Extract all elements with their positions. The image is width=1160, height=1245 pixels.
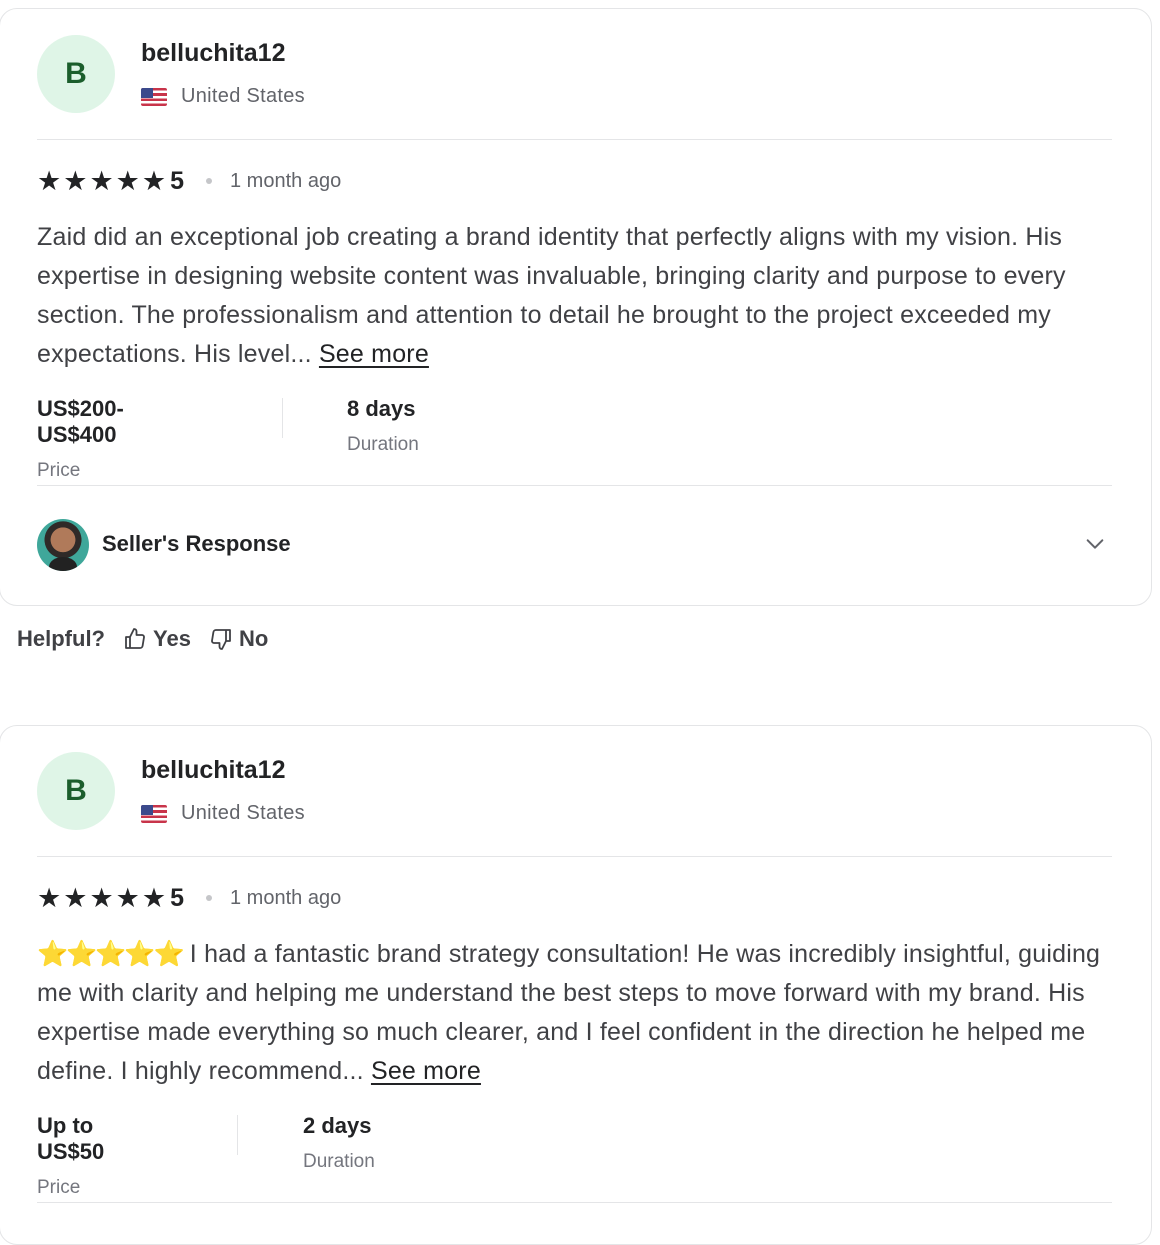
review-card: B belluchita12 United States ★ ★ ★ ★ ★ 5… bbox=[0, 725, 1152, 1245]
duration-value: 8 days bbox=[347, 396, 416, 421]
price-label: Price bbox=[37, 460, 81, 481]
review-date: 1 month ago bbox=[230, 169, 342, 192]
duration-info: 8 days Duration bbox=[347, 396, 419, 456]
rating-row: ★ ★ ★ ★ ★ 5 1 month ago bbox=[37, 883, 341, 913]
star-icon: ★ bbox=[115, 882, 140, 913]
review-date: 1 month ago bbox=[230, 886, 342, 909]
country-label: United States bbox=[181, 85, 305, 107]
duration-value: 2 days bbox=[303, 1113, 372, 1138]
review-body: I had a fantastic brand strategy consult… bbox=[37, 940, 1101, 1085]
reviewer-country: United States bbox=[141, 85, 305, 108]
country-label: United States bbox=[181, 802, 305, 824]
duration-label: Duration bbox=[347, 434, 419, 455]
reviewer-username: belluchita12 bbox=[141, 756, 286, 784]
helpful-no-button[interactable]: No bbox=[209, 626, 268, 652]
helpful-label: Helpful? bbox=[17, 626, 105, 651]
yes-label: Yes bbox=[153, 626, 191, 651]
review-text: ⭐⭐⭐⭐⭐ I had a fantastic brand strategy c… bbox=[37, 935, 1117, 1091]
seller-avatar bbox=[37, 519, 89, 571]
star-icon: ★ bbox=[141, 165, 167, 196]
star-icon: ★ bbox=[141, 882, 167, 913]
thumbs-down-icon bbox=[211, 629, 231, 650]
rating-value: 5 bbox=[170, 883, 184, 912]
reviewer-info: B belluchita12 United States bbox=[37, 752, 1097, 832]
star-icon: ★ bbox=[89, 165, 114, 196]
star-icon: ★ bbox=[115, 165, 140, 196]
price-label: Price bbox=[37, 1177, 81, 1198]
star-icon: ★ bbox=[63, 882, 88, 913]
star-icon: ★ bbox=[89, 882, 114, 913]
meta-divider bbox=[237, 1115, 238, 1155]
avatar[interactable]: B bbox=[37, 35, 115, 113]
divider bbox=[37, 485, 1112, 486]
thumbs-up-icon bbox=[125, 628, 145, 649]
reviewer-username: belluchita12 bbox=[141, 39, 286, 67]
price-info: Up to US$50 Price bbox=[37, 1113, 104, 1199]
review-body: Zaid did an exceptional job creating a b… bbox=[37, 223, 1066, 368]
us-flag-icon bbox=[141, 87, 167, 106]
divider bbox=[37, 1202, 1112, 1203]
star-icon: ★ bbox=[37, 882, 62, 913]
helpful-votes: Helpful? Yes No bbox=[17, 624, 286, 654]
reviewer-info: B belluchita12 United States bbox=[37, 35, 1097, 115]
see-more-link[interactable]: See more bbox=[319, 340, 429, 368]
seller-response-toggle[interactable]: Seller's Response bbox=[37, 519, 1112, 573]
review-text: Zaid did an exceptional job creating a b… bbox=[37, 218, 1117, 374]
price-value: US$200-US$400 bbox=[37, 396, 124, 447]
reviewer-country: United States bbox=[141, 802, 305, 825]
emoji-stars: ⭐⭐⭐⭐⭐ bbox=[37, 940, 185, 969]
us-flag-icon bbox=[141, 804, 167, 823]
avatar[interactable]: B bbox=[37, 752, 115, 830]
duration-info: 2 days Duration bbox=[303, 1113, 375, 1173]
separator-dot bbox=[206, 895, 212, 901]
star-rating: ★ ★ ★ ★ ★ bbox=[37, 882, 168, 913]
chevron-down-icon[interactable] bbox=[1084, 533, 1106, 555]
price-value: Up to US$50 bbox=[37, 1113, 105, 1164]
review-card: B belluchita12 United States ★ ★ ★ ★ ★ 5… bbox=[0, 8, 1152, 606]
seller-response-label: Seller's Response bbox=[102, 531, 291, 556]
divider bbox=[37, 139, 1112, 140]
helpful-yes-button[interactable]: Yes bbox=[123, 626, 191, 652]
star-icon: ★ bbox=[37, 165, 62, 196]
separator-dot bbox=[206, 178, 212, 184]
star-icon: ★ bbox=[63, 165, 88, 196]
rating-value: 5 bbox=[170, 166, 184, 195]
price-info: US$200-US$400 Price bbox=[37, 396, 124, 482]
see-more-link[interactable]: See more bbox=[371, 1057, 481, 1085]
meta-divider bbox=[282, 398, 283, 438]
star-rating: ★ ★ ★ ★ ★ bbox=[37, 165, 168, 196]
duration-label: Duration bbox=[303, 1151, 375, 1172]
no-label: No bbox=[238, 626, 269, 651]
divider bbox=[37, 856, 1112, 857]
rating-row: ★ ★ ★ ★ ★ 5 1 month ago bbox=[37, 166, 341, 196]
